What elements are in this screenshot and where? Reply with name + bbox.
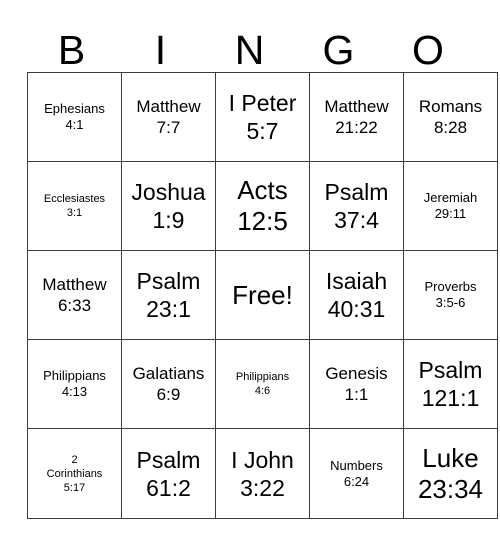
bingo-header-row: B I N G O — [27, 8, 473, 72]
bingo-cell-o5[interactable]: Luke 23:34 — [403, 428, 498, 519]
bingo-cell-label: Romans 8:28 — [418, 97, 483, 137]
bingo-cell-label: Acts 12:5 — [237, 175, 288, 236]
bingo-cell-label: Matthew 21:22 — [324, 97, 389, 137]
bingo-cell-label: I Peter 5:7 — [228, 90, 297, 144]
bingo-cell-label: Psalm 23:1 — [136, 268, 201, 322]
bingo-cell-label: 2 Corinthians 5:17 — [46, 453, 103, 494]
bingo-cell-n4[interactable]: Philippians 4:6 — [215, 339, 310, 429]
bingo-cell-label: Ephesians 4:1 — [44, 101, 105, 132]
bingo-cell-o4[interactable]: Psalm 121:1 — [403, 339, 498, 429]
bingo-cell-i1[interactable]: Matthew 7:7 — [121, 72, 216, 162]
bingo-cell-b4[interactable]: Philippians 4:13 — [27, 339, 122, 429]
bingo-cell-b2[interactable]: Ecclesiastes 3:1 — [27, 161, 122, 251]
bingo-cell-label: I John 3:22 — [231, 446, 294, 501]
bingo-cell-label: Philippians 4:6 — [235, 371, 290, 397]
bingo-cell-label: Ecclesiastes 3:1 — [43, 193, 106, 219]
bingo-cell-free-space[interactable]: Free! — [215, 250, 310, 340]
bingo-cell-label: Matthew 6:33 — [42, 275, 107, 315]
bingo-cell-i5[interactable]: Psalm 61:2 — [121, 428, 216, 519]
bingo-cell-o3[interactable]: Proverbs 3:5-6 — [403, 250, 498, 340]
bingo-row: Ecclesiastes 3:1 Joshua 1:9 Acts 12:5 Ps… — [27, 161, 498, 251]
bingo-row: 2 Corinthians 5:17 Psalm 61:2 I John 3:2… — [27, 428, 498, 519]
bingo-header-letter-n: N — [234, 27, 265, 73]
bingo-cell-n1[interactable]: I Peter 5:7 — [215, 72, 310, 162]
bingo-cell-o2[interactable]: Jeremiah 29:11 — [403, 161, 498, 251]
bingo-cell-b3[interactable]: Matthew 6:33 — [27, 250, 122, 340]
bingo-row: Matthew 6:33 Psalm 23:1 Free! Isaiah 40:… — [27, 250, 498, 340]
bingo-cell-label: Luke 23:34 — [417, 442, 484, 504]
bingo-cell-i3[interactable]: Psalm 23:1 — [121, 250, 216, 340]
bingo-cell-g5[interactable]: Numbers 6:24 — [309, 428, 404, 519]
free-space-label: Free! — [232, 280, 293, 310]
bingo-row: Philippians 4:13 Galatians 6:9 Philippia… — [27, 339, 498, 429]
bingo-cell-label: Jeremiah 29:11 — [423, 190, 478, 221]
bingo-cell-label: Genesis 1:1 — [325, 364, 388, 404]
bingo-cell-g2[interactable]: Psalm 37:4 — [309, 161, 404, 251]
bingo-cell-n2[interactable]: Acts 12:5 — [215, 161, 310, 251]
bingo-cell-b5[interactable]: 2 Corinthians 5:17 — [27, 428, 122, 519]
bingo-cell-i2[interactable]: Joshua 1:9 — [121, 161, 216, 251]
bingo-cell-i4[interactable]: Galatians 6:9 — [121, 339, 216, 429]
bingo-cell-g1[interactable]: Matthew 21:22 — [309, 72, 404, 162]
bingo-cell-g3[interactable]: Isaiah 40:31 — [309, 250, 404, 340]
bingo-header-letter-g: G — [322, 27, 355, 73]
bingo-cell-label: Galatians 6:9 — [132, 364, 205, 404]
bingo-cell-n5[interactable]: I John 3:22 — [215, 428, 310, 519]
bingo-cell-label: Isaiah 40:31 — [325, 268, 388, 322]
bingo-cell-label: Philippians 4:13 — [43, 368, 106, 399]
bingo-cell-g4[interactable]: Genesis 1:1 — [309, 339, 404, 429]
bingo-cell-label: Proverbs 3:5-6 — [424, 279, 477, 310]
bingo-cell-label: Psalm 121:1 — [418, 357, 483, 411]
bingo-cell-label: Joshua 1:9 — [131, 179, 206, 233]
bingo-cell-label: Psalm 37:4 — [324, 179, 389, 233]
bingo-card: B I N G O Ephesians 4:1 Matthew 7:7 I Pe… — [27, 8, 498, 519]
bingo-cell-label: Numbers 6:24 — [330, 457, 383, 489]
bingo-header-letter-i: I — [154, 27, 167, 73]
bingo-cell-label: Psalm 61:2 — [136, 446, 201, 501]
bingo-header-letter-b: B — [57, 27, 86, 73]
bingo-cell-o1[interactable]: Romans 8:28 — [403, 72, 498, 162]
bingo-row: Ephesians 4:1 Matthew 7:7 I Peter 5:7 Ma… — [27, 72, 498, 162]
bingo-cell-label: Matthew 7:7 — [136, 97, 201, 137]
bingo-header-letter-o: O — [412, 27, 444, 73]
bingo-grid: Ephesians 4:1 Matthew 7:7 I Peter 5:7 Ma… — [27, 72, 498, 519]
bingo-cell-b1[interactable]: Ephesians 4:1 — [27, 72, 122, 162]
